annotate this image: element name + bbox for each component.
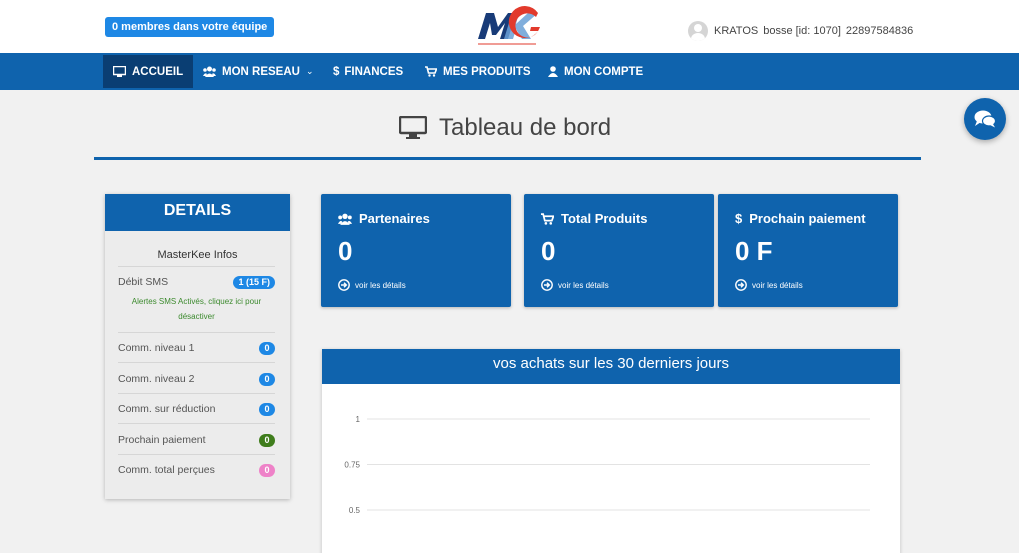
- cart-icon: [541, 212, 554, 225]
- details-row: Comm. niveau 1 0: [118, 342, 275, 355]
- title-divider: [94, 157, 921, 160]
- stat-card-total-produits: Total Produits 0 voir les détails: [524, 194, 714, 307]
- card-title: Partenaires: [338, 211, 430, 226]
- nav-item-mon-compte[interactable]: MON COMPTE: [548, 55, 643, 88]
- cart-icon: [425, 66, 437, 77]
- divider: [118, 362, 275, 363]
- details-row-badge: 0: [259, 403, 275, 416]
- nav-item-mon-reseau[interactable]: MON RESEAU ⌄: [203, 55, 314, 88]
- card-title-text: Partenaires: [359, 211, 430, 226]
- mkg-logo[interactable]: [474, 3, 542, 49]
- top-header: 0 membres dans votre équipe KRATOS bosse…: [0, 0, 1019, 53]
- stat-card-partenaires: Partenaires 0 voir les détails: [321, 194, 511, 307]
- nav-label: MES PRODUITS: [443, 65, 531, 78]
- y-tick-label: 0.5: [349, 506, 361, 515]
- details-heading: DETAILS: [105, 194, 290, 231]
- arrow-circle-right-icon: [541, 279, 553, 291]
- user-name: KRATOS: [714, 25, 759, 37]
- chart-title: vos achats sur les 30 derniers jours: [322, 349, 900, 384]
- details-row-badge: 0: [259, 373, 275, 386]
- details-row-badge: 0: [259, 434, 275, 447]
- card-title-text: Prochain paiement: [749, 211, 866, 226]
- y-tick-label: 1: [356, 415, 361, 424]
- sms-debit-row: Débit SMS 1 (15 F): [118, 276, 275, 289]
- details-subtitle: MasterKee Infos: [157, 249, 238, 261]
- divider: [118, 423, 275, 424]
- y-tick-label: 0.75: [344, 461, 360, 470]
- card-link-text: voir les détails: [558, 280, 609, 290]
- card-title-text: Total Produits: [561, 211, 648, 226]
- user-icon: [548, 66, 558, 77]
- details-row: Prochain paiement 0: [118, 434, 275, 447]
- details-row-badge: 0: [259, 342, 275, 355]
- details-row-label: Comm. niveau 1: [118, 342, 195, 354]
- details-row-label: Comm. niveau 2: [118, 373, 195, 385]
- card-value: 0 F: [735, 236, 773, 266]
- details-panel: DETAILS MasterKee Infos Débit SMS 1 (15 …: [105, 194, 290, 499]
- details-row: Comm. sur réduction 0: [118, 403, 275, 416]
- monitor-icon: [399, 116, 427, 139]
- nav-label: FINANCES: [344, 65, 404, 78]
- monitor-icon: [113, 66, 126, 77]
- nav-item-mes-produits[interactable]: MES PRODUITS: [425, 55, 531, 88]
- nav-label: MON COMPTE: [564, 65, 644, 78]
- sms-debit-label: Débit SMS: [118, 276, 169, 288]
- card-title: $ Prochain paiement: [735, 211, 866, 226]
- dollar-icon: $: [333, 65, 340, 78]
- users-icon: [338, 213, 352, 225]
- details-row-label: Comm. total perçues: [118, 464, 215, 476]
- page-title: Tableau de bord: [399, 113, 611, 143]
- nav-item-finances[interactable]: $ FINANCES: [333, 55, 403, 88]
- divider: [118, 332, 275, 333]
- card-link-text: voir les détails: [752, 280, 803, 290]
- sms-debit-badge: 1 (15 F): [233, 276, 275, 289]
- dollar-icon: $: [735, 211, 743, 226]
- card-value: 0: [338, 236, 353, 266]
- card-title: Total Produits: [541, 211, 647, 226]
- details-row: Comm. total perçues 0: [118, 464, 275, 477]
- user-phone: 22897584836: [845, 25, 914, 37]
- arrow-circle-right-icon: [735, 279, 747, 291]
- chat-icon: [974, 110, 996, 128]
- nav-label: ACCUEIL: [132, 65, 184, 78]
- divider: [118, 454, 275, 455]
- card-details-link[interactable]: voir les détails: [541, 279, 609, 291]
- page-title-text: Tableau de bord: [439, 114, 612, 141]
- nav-item-accueil[interactable]: ACCUEIL: [103, 55, 194, 88]
- details-row-badge: 0: [259, 464, 275, 477]
- main-nav: ACCUEIL MON RESEAU ⌄ $ FINANCES MES PROD…: [0, 53, 1019, 90]
- divider: [118, 393, 275, 394]
- chat-button[interactable]: [964, 98, 1006, 140]
- card-details-link[interactable]: voir les détails: [338, 279, 406, 291]
- card-link-text: voir les détails: [355, 280, 406, 290]
- stat-card-prochain-paiement: $ Prochain paiement 0 F voir les détails: [718, 194, 898, 307]
- purchases-chart-panel: vos achats sur les 30 derniers jours 1 0.…: [322, 349, 900, 553]
- divider: [118, 266, 275, 267]
- card-details-link[interactable]: voir les détails: [735, 279, 803, 291]
- chevron-down-icon: ⌄: [305, 66, 314, 76]
- users-icon: [203, 66, 216, 77]
- team-count-badge[interactable]: 0 membres dans votre équipe: [105, 17, 275, 37]
- details-row-label: Comm. sur réduction: [118, 403, 216, 415]
- user-handle: bosse [id: 1070]: [763, 25, 841, 37]
- avatar: [688, 21, 708, 41]
- sms-alert-toggle-link[interactable]: Alertes SMS Activés, cliquez ici pour dé…: [118, 294, 275, 324]
- user-info[interactable]: KRATOS bosse [id: 1070] 22897584836: [688, 21, 918, 41]
- card-value: 0: [541, 236, 556, 266]
- details-row-label: Prochain paiement: [118, 434, 206, 446]
- arrow-circle-right-icon: [338, 279, 350, 291]
- purchases-line-chart: 1 0.75 0.5: [344, 415, 870, 515]
- details-row: Comm. niveau 2 0: [118, 373, 275, 386]
- nav-label: MON RESEAU: [222, 65, 300, 78]
